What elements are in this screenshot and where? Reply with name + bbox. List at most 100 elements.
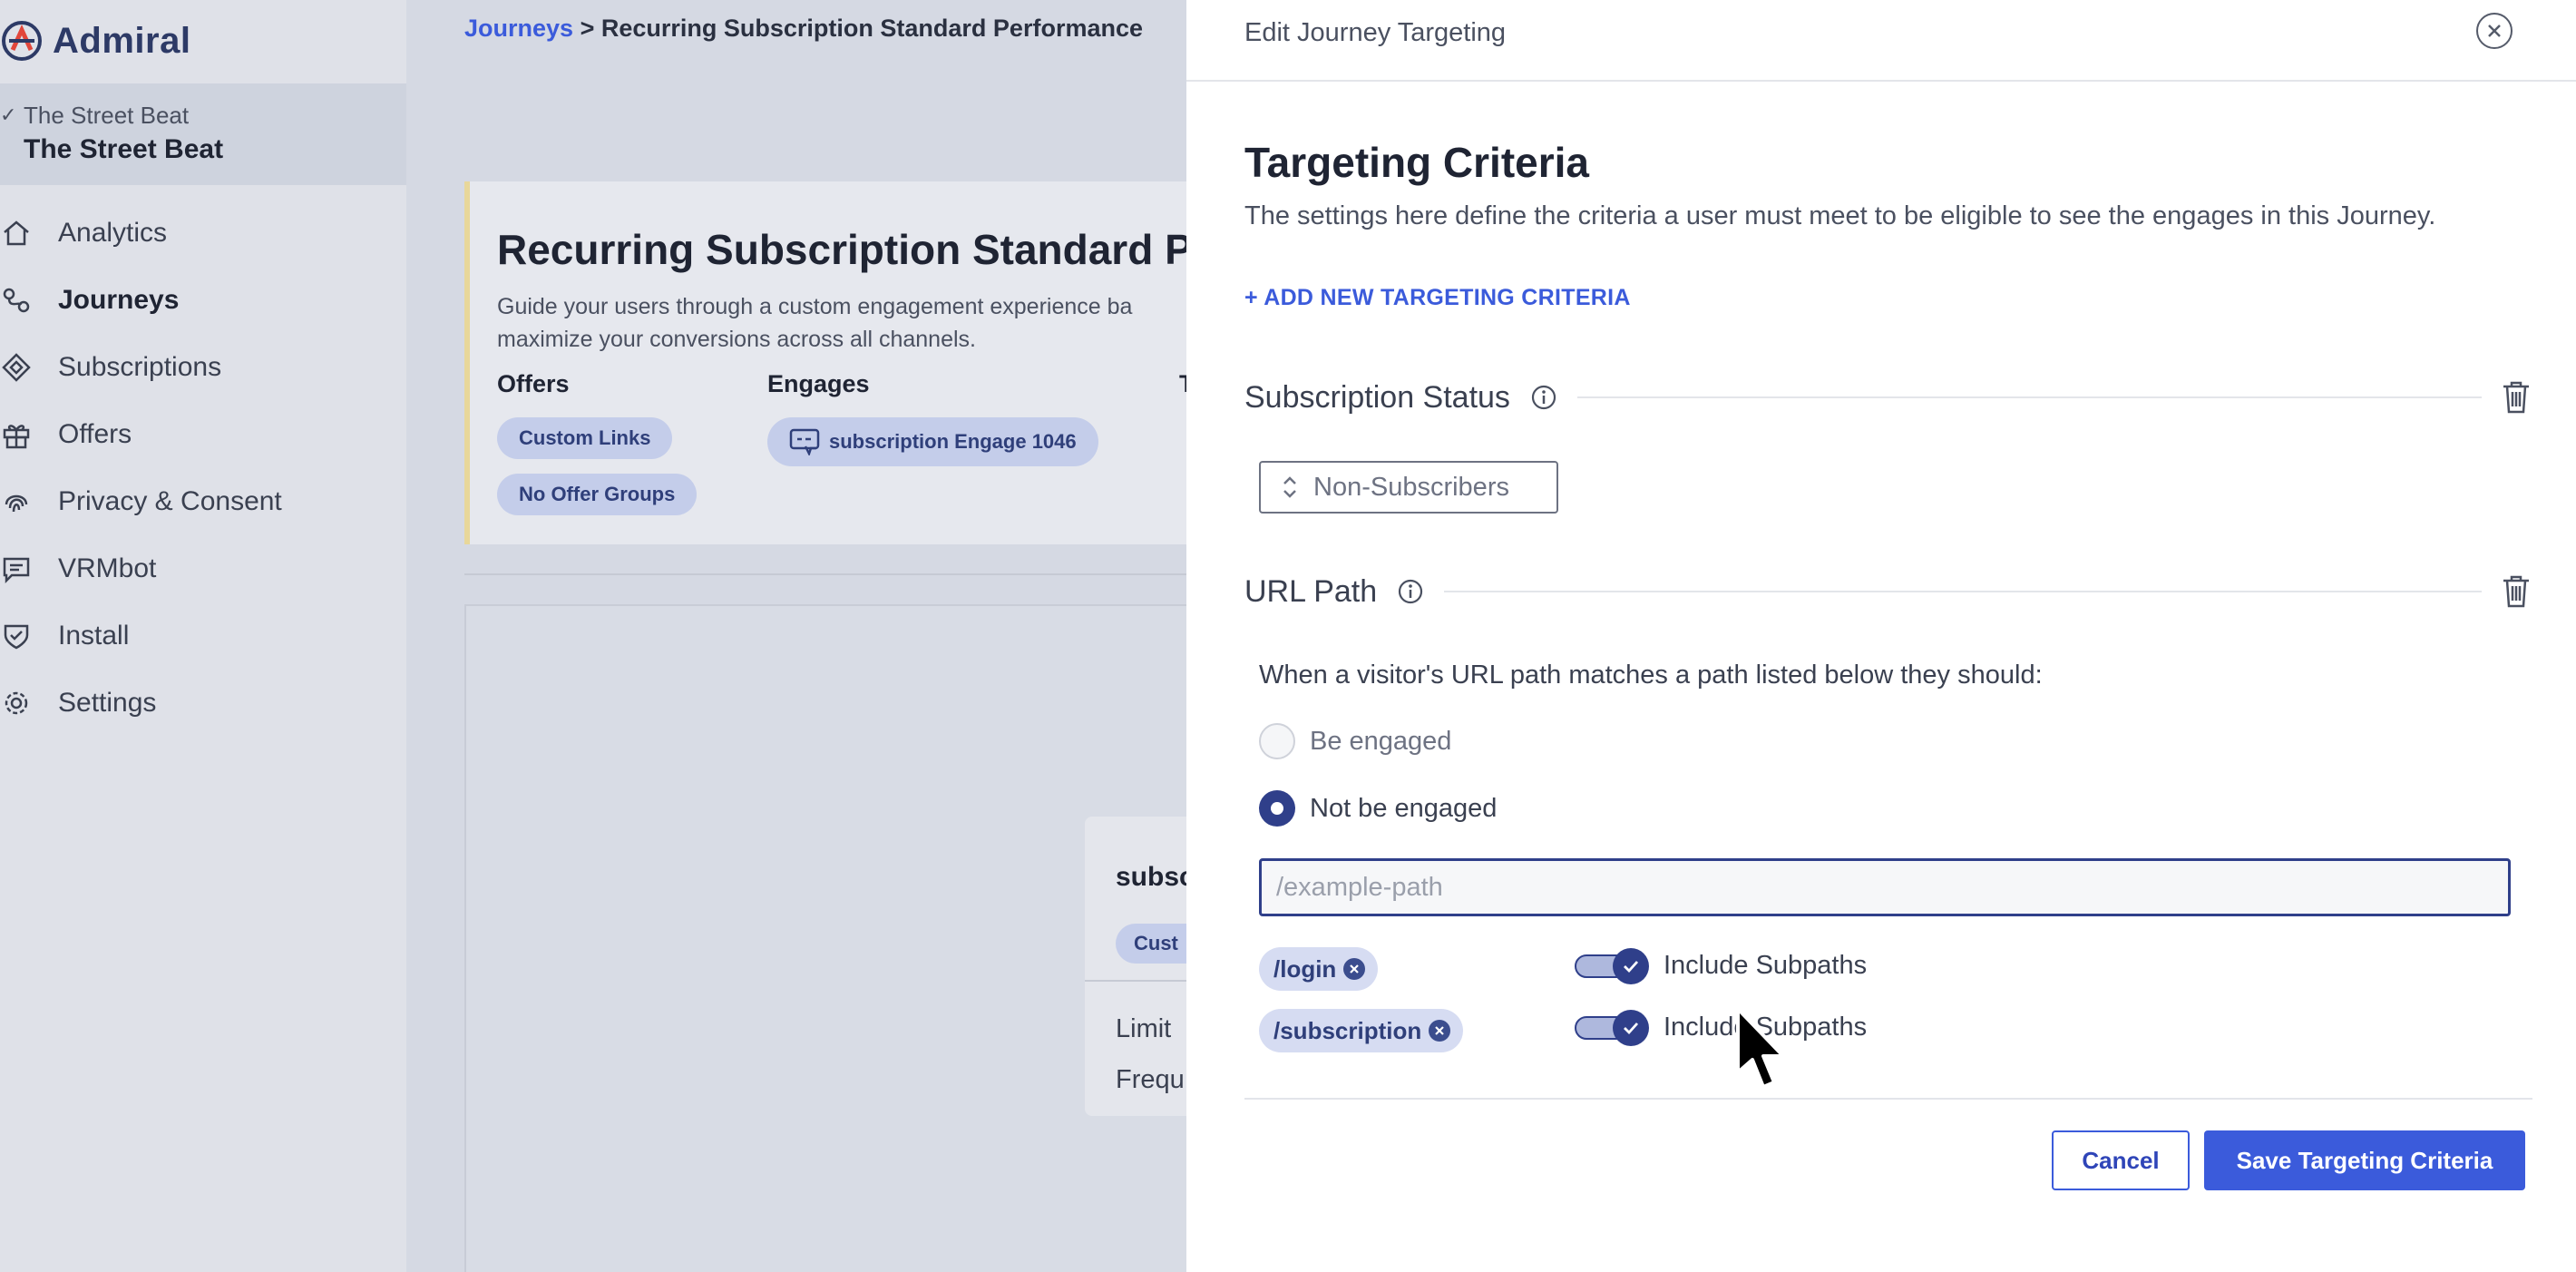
sidebar-item-label: Install — [58, 621, 130, 651]
admiral-logo-icon — [2, 21, 42, 61]
engage-node-row: Limit — [1116, 1014, 1172, 1043]
breadcrumb: Journeys > Recurring Subscription Standa… — [464, 15, 1143, 43]
sidebar-item-settings[interactable]: Settings — [0, 670, 406, 737]
radio-label: Not be engaged — [1310, 793, 1498, 823]
footer-divider — [1244, 1098, 2532, 1100]
section-divider — [464, 573, 1208, 575]
close-icon — [1350, 964, 1360, 974]
app-name: Admiral — [53, 20, 191, 61]
subscription-status-value: Non-Subscribers — [1313, 472, 1509, 502]
chat-icon — [0, 553, 33, 585]
sidebar-item-label: Offers — [58, 419, 132, 449]
engages-heading: Engages — [767, 370, 870, 397]
path-chip: /subscription — [1259, 1009, 1464, 1052]
org-name: The Street Beat — [24, 134, 224, 164]
radio-button[interactable] — [1259, 790, 1295, 827]
include-subpaths-toggle[interactable] — [1575, 948, 1651, 984]
breadcrumb-separator: > — [580, 15, 595, 42]
trash-icon[interactable] — [2500, 573, 2532, 610]
sidebar-item-label: Subscriptions — [58, 352, 222, 382]
sidebar-item-vrmbot[interactable]: VRMbot — [0, 535, 406, 602]
close-icon — [2488, 24, 2501, 37]
close-icon — [1435, 1026, 1445, 1035]
url-path-label: URL Path — [1244, 573, 1378, 609]
toggle-knob — [1613, 948, 1649, 984]
path-chip-label: /login — [1273, 954, 1337, 983]
info-icon[interactable] — [1530, 384, 1557, 411]
check-icon — [1624, 1022, 1639, 1035]
url-path-input[interactable] — [1259, 858, 2511, 916]
sidebar-item-subscriptions[interactable]: Subscriptions — [0, 334, 406, 401]
section-rule — [1444, 591, 2482, 592]
offer-chip[interactable]: No Offer Groups — [497, 474, 698, 515]
sidebar-item-journeys[interactable]: Journeys — [0, 267, 406, 334]
cancel-button[interactable]: Cancel — [2052, 1130, 2190, 1190]
journey-title: Recurring Subscription Standard P — [497, 226, 1193, 273]
radio-button[interactable] — [1259, 723, 1295, 759]
include-subpaths-label: Include Subpaths — [1664, 950, 1868, 980]
offers-heading: Offers — [497, 370, 570, 397]
sidebar-item-label: VRMbot — [58, 553, 157, 583]
sidebar-item-offers[interactable]: Offers — [0, 401, 406, 468]
engage-chip-label: subscription Engage 1046 — [829, 430, 1077, 453]
sidebar: Admiral ✓ The Street Beat The Street Bea… — [0, 0, 406, 1272]
remove-path-button[interactable] — [1343, 958, 1366, 980]
panel-header: Edit Journey Targeting — [1186, 0, 2576, 82]
sidebar-item-label: Journeys — [58, 285, 180, 315]
check-icon: ✓ — [0, 103, 17, 126]
sidebar-item-label: Settings — [58, 688, 157, 718]
sidebar-item-install[interactable]: Install — [0, 602, 406, 670]
panel-title: Edit Journey Targeting — [1244, 18, 1507, 47]
subscription-status-header: Subscription Status — [1244, 377, 2532, 417]
engage-node-title: subsc — [1116, 862, 1195, 892]
include-subpaths-row: Include Subpaths — [1575, 948, 1868, 984]
engage-node-row: Frequ — [1116, 1065, 1185, 1094]
save-targeting-criteria-button[interactable]: Save Targeting Criteria — [2204, 1130, 2525, 1190]
include-subpaths-row: Include Subpaths — [1575, 1010, 1868, 1046]
fingerprint-icon — [0, 485, 33, 518]
sidebar-item-analytics[interactable]: Analytics — [0, 200, 406, 267]
org-selector-label: The Street Beat — [24, 102, 190, 129]
remove-path-button[interactable] — [1429, 1020, 1451, 1042]
targeting-criteria-heading: Targeting Criteria — [1244, 139, 1589, 186]
org-switcher[interactable]: ✓ The Street Beat The Street Beat — [0, 83, 406, 185]
edit-journey-targeting-panel: Edit Journey Targeting Targeting Criteri… — [1186, 0, 2576, 1272]
breadcrumb-current: Recurring Subscription Standard Performa… — [600, 15, 1143, 42]
subscription-status-label: Subscription Status — [1244, 379, 1510, 415]
offer-chip[interactable]: Custom Links — [497, 417, 673, 459]
path-chip: /login — [1259, 947, 1379, 991]
info-icon[interactable] — [1397, 578, 1424, 605]
subscription-status-select[interactable]: Non-Subscribers — [1259, 461, 1558, 514]
check-icon — [1624, 961, 1639, 974]
toggle-knob — [1613, 1010, 1649, 1046]
sidebar-item-privacy-consent[interactable]: Privacy & Consent — [0, 468, 406, 535]
journeys-icon — [0, 284, 33, 317]
path-chip-label: /subscription — [1273, 1016, 1422, 1044]
url-path-description: When a visitor's URL path matches a path… — [1259, 660, 2043, 690]
chevron-up-down-icon — [1283, 476, 1296, 498]
sidebar-item-label: Privacy & Consent — [58, 486, 282, 516]
logo[interactable]: Admiral — [0, 9, 190, 73]
sidebar-item-label: Analytics — [58, 218, 168, 248]
journey-description: Guide your users through a custom engage… — [497, 294, 1133, 352]
home-icon — [0, 217, 33, 250]
radio-be-engaged[interactable]: Be engaged — [1259, 723, 1451, 759]
gear-icon — [0, 687, 33, 719]
radio-not-be-engaged[interactable]: Not be engaged — [1259, 790, 1497, 827]
sidebar-nav: Analytics Journeys Subscriptions Offers … — [0, 200, 406, 737]
add-targeting-criteria-link[interactable]: + ADD NEW TARGETING CRITERIA — [1244, 285, 1631, 311]
gift-icon — [0, 418, 33, 451]
journey-summary-card: Recurring Subscription Standard P Guide … — [464, 181, 1208, 544]
close-button[interactable] — [2476, 13, 2513, 49]
engage-icon — [789, 428, 820, 455]
include-subpaths-toggle[interactable] — [1575, 1010, 1651, 1046]
radio-label: Be engaged — [1310, 726, 1452, 756]
url-path-header: URL Path — [1244, 572, 2532, 612]
include-subpaths-label: Include Subpaths — [1664, 1012, 1868, 1042]
trash-icon[interactable] — [2500, 379, 2532, 416]
section-rule — [1576, 396, 2482, 398]
shield-icon — [0, 620, 33, 652]
subscriptions-icon — [0, 351, 33, 384]
engage-chip[interactable]: subscription Engage 1046 — [767, 417, 1098, 466]
breadcrumb-journeys-link[interactable]: Journeys — [464, 15, 573, 42]
